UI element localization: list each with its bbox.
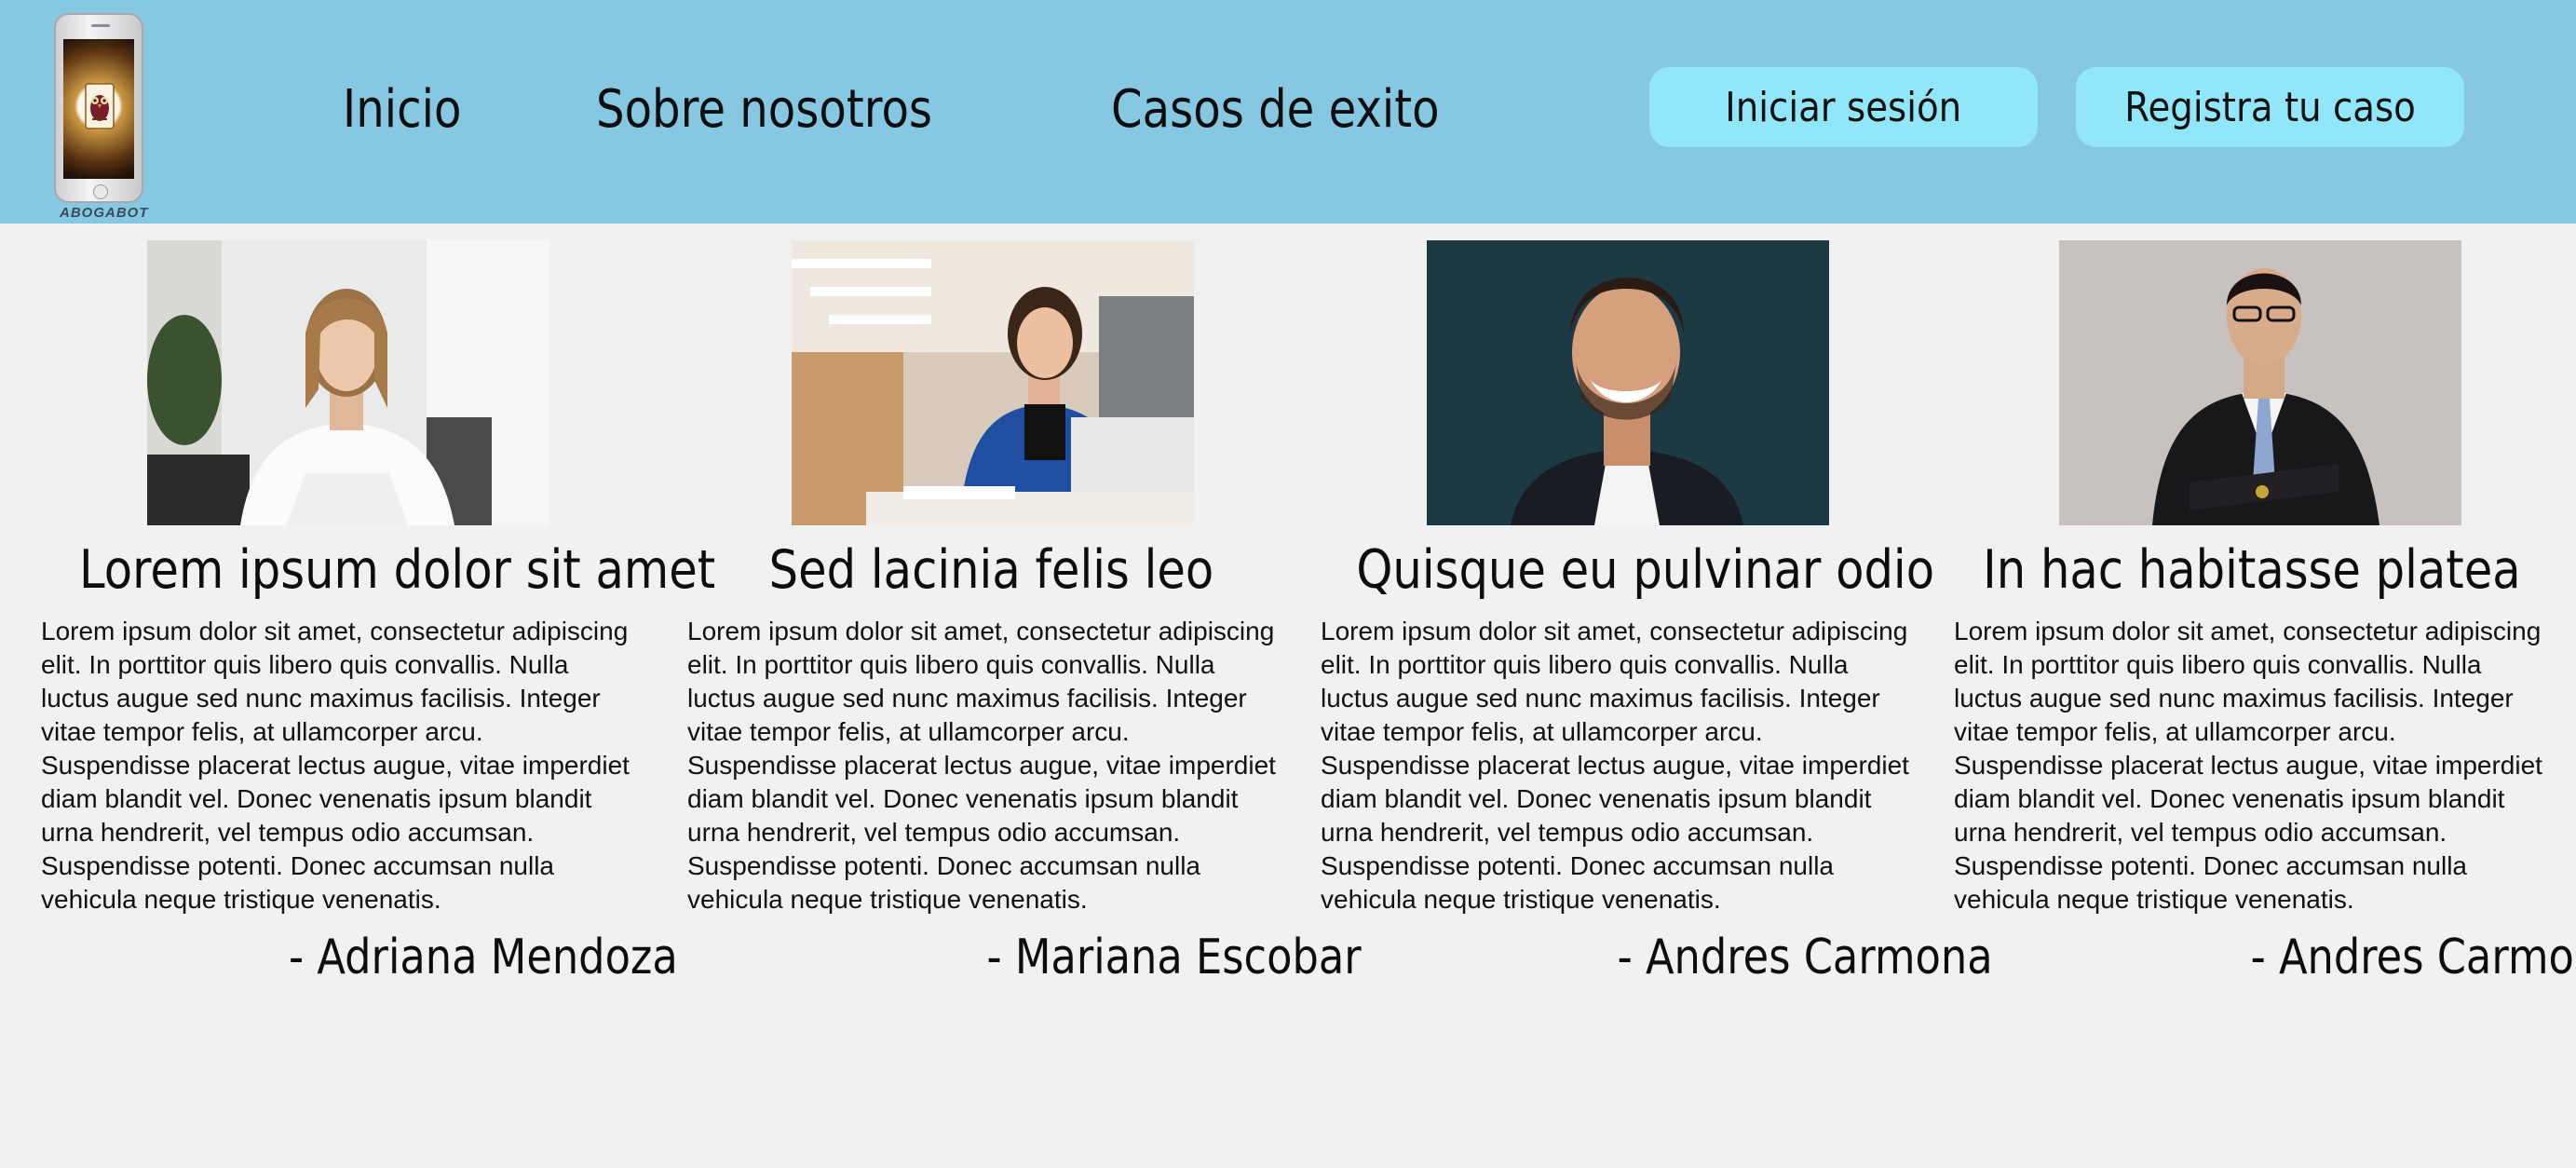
testimonial-body: Lorem ipsum dolor sit amet, consectetur … — [1321, 617, 1909, 914]
site-header: ABOGABOT Inicio Sobre nosotros Casos de … — [0, 0, 2576, 224]
testimonial-title: Sed lacinia felis leo — [768, 539, 1213, 601]
owl-icon — [85, 83, 115, 129]
testimonial-author: - Andres Carmona — [1617, 930, 1993, 985]
testimonial-title: Quisque eu pulvinar odio — [1356, 539, 1935, 601]
testimonial-body: Lorem ipsum dolor sit amet, consectetur … — [1954, 617, 2542, 914]
register-case-button-label: Registra tu caso — [2124, 83, 2416, 131]
testimonial-photo — [792, 240, 1194, 525]
testimonial-title: In hac habitasse platea — [1983, 539, 2521, 601]
testimonial-photo — [2059, 240, 2461, 525]
testimonial-author: - Mariana Escobar — [986, 930, 1362, 985]
testimonial-body: Lorem ipsum dolor sit amet, consectetur … — [41, 617, 630, 914]
testimonial-photo — [147, 240, 549, 525]
logo-text: ABOGABOT — [60, 205, 149, 221]
login-button-label: Iniciar sesión — [1725, 83, 1962, 131]
nav-inicio[interactable]: Inicio — [343, 73, 461, 147]
testimonial-author: - Adriana Mendoza — [289, 930, 678, 985]
register-case-button[interactable]: Registra tu caso — [2076, 67, 2464, 147]
login-button[interactable]: Iniciar sesión — [1649, 67, 2038, 147]
nav-sobre-nosotros[interactable]: Sobre nosotros — [596, 73, 932, 147]
testimonial-title: Lorem ipsum dolor sit amet — [79, 539, 716, 601]
phone-logo-icon — [54, 13, 143, 203]
logo[interactable]: ABOGABOT — [50, 13, 149, 221]
testimonial-body: Lorem ipsum dolor sit amet, consectetur … — [687, 617, 1276, 914]
testimonial-photo — [1427, 240, 1829, 525]
testimonial-author: - Andres Carmona — [2250, 930, 2576, 985]
nav-casos-de-exito[interactable]: Casos de exito — [1111, 73, 1440, 147]
